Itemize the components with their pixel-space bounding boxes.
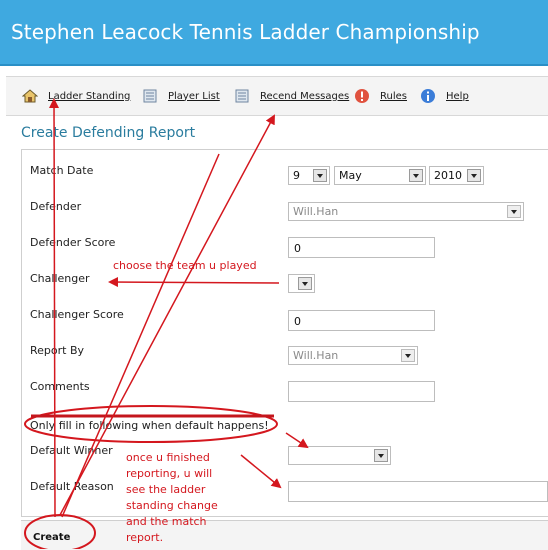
default-note-highlight-circle (24, 405, 278, 443)
create-to-ladder-arrow (49, 98, 60, 518)
finish-annotation-line: report. (126, 531, 164, 544)
finish-annotation-line: standing change (126, 499, 218, 512)
annotation-overlay (24, 98, 309, 549)
finish-annotation-line: reporting, u will (126, 467, 213, 480)
finish-annotation-line: and the match (126, 515, 207, 528)
challenger-arrow (108, 277, 280, 288)
default-winner-arrow (285, 432, 309, 449)
finish-annotation-line: once u finished (126, 451, 210, 464)
finish-annotation-line: see the ladder (126, 483, 206, 496)
create-button-highlight-circle (24, 514, 96, 549)
default-reason-arrow (240, 454, 282, 489)
finish-annotation: once u finished reporting, u will see th… (126, 450, 218, 546)
challenger-annotation: choose the team u played (113, 259, 257, 272)
